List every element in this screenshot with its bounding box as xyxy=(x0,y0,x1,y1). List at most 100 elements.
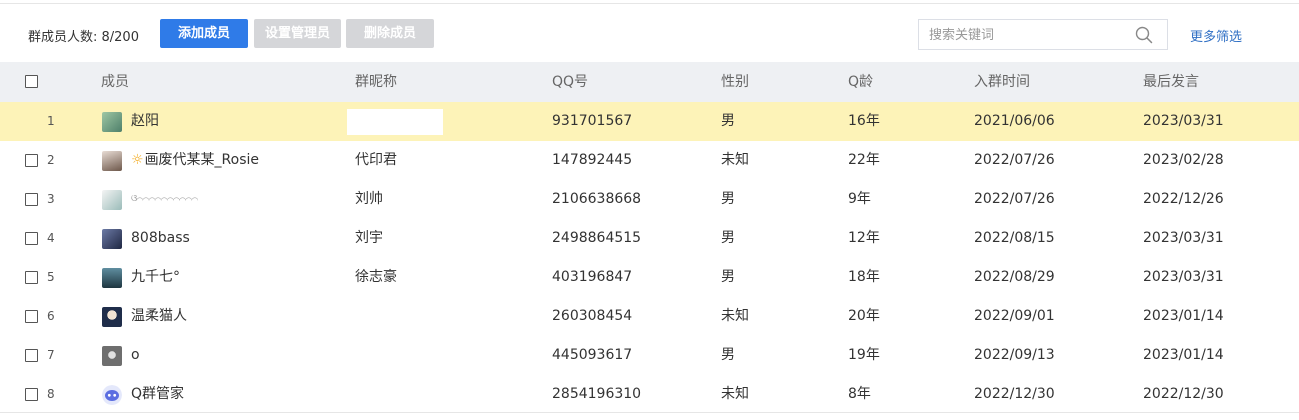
qage: 19年 xyxy=(848,347,880,363)
table-row[interactable]: 6 温柔猫人 260308454 未知 20年 2022/09/01 2023/… xyxy=(0,297,1299,336)
more-filter-link[interactable]: 更多筛选 xyxy=(1190,26,1242,45)
member-name[interactable]: ☼画废代某某_Rosie xyxy=(131,141,259,180)
row-checkbox[interactable] xyxy=(25,349,38,362)
robot-avatar-icon[interactable] xyxy=(102,385,122,405)
qq-number: 2854196310 xyxy=(552,386,642,402)
row-checkbox[interactable] xyxy=(25,310,38,323)
search-box[interactable] xyxy=(918,19,1168,50)
gender: 未知 xyxy=(721,386,749,402)
row-index: 6 xyxy=(47,309,55,323)
gender: 男 xyxy=(721,347,735,363)
qq-number: 2106638668 xyxy=(552,191,642,207)
table-row[interactable]: 3 ଓ⌒⌒⌒⌒⌒⌒⌒⌒⌒⌒ 刘帅 2106638668 男 9年 2022/07… xyxy=(0,180,1299,219)
row-checkbox[interactable] xyxy=(25,154,38,167)
avatar[interactable] xyxy=(102,268,122,288)
search-icon[interactable] xyxy=(1135,26,1153,44)
nickname: 代印君 xyxy=(355,152,397,168)
join-time: 2022/09/01 xyxy=(974,308,1055,324)
avatar[interactable] xyxy=(102,229,122,249)
toolbar: 群成员人数: 8/200 添加成员 设置管理员 删除成员 更多筛选 xyxy=(0,4,1299,62)
table-row[interactable]: 7 o 445093617 男 19年 2022/09/13 2023/01/1… xyxy=(0,336,1299,375)
gender: 男 xyxy=(721,191,735,207)
member-name[interactable]: ଓ⌒⌒⌒⌒⌒⌒⌒⌒⌒⌒ xyxy=(131,180,198,219)
table-row[interactable]: 2 ☼画废代某某_Rosie 代印君 147892445 未知 22年 2022… xyxy=(0,141,1299,180)
gender: 未知 xyxy=(721,152,749,168)
qage: 20年 xyxy=(848,308,880,324)
add-member-button[interactable]: 添加成员 xyxy=(160,19,248,48)
row-index: 1 xyxy=(47,114,55,128)
join-time: 2022/08/15 xyxy=(974,230,1055,246)
last-speak: 2022/12/26 xyxy=(1143,191,1224,207)
member-name[interactable]: 赵阳 xyxy=(131,102,159,141)
nickname: 刘帅 xyxy=(355,191,383,207)
join-time: 2022/09/13 xyxy=(974,347,1055,363)
qq-number: 403196847 xyxy=(552,269,633,285)
qage: 16年 xyxy=(848,113,880,129)
join-time: 2022/12/30 xyxy=(974,386,1055,402)
header-nickname[interactable]: 群昵称 xyxy=(355,62,397,102)
avatar[interactable] xyxy=(102,307,122,327)
header-gender[interactable]: 性别 xyxy=(721,62,749,102)
member-name[interactable]: 温柔猫人 xyxy=(131,297,187,336)
nickname: 刘宇 xyxy=(355,230,383,246)
row-checkbox[interactable] xyxy=(25,271,38,284)
member-name[interactable]: Q群管家 xyxy=(131,375,184,414)
row-index: 5 xyxy=(47,270,55,284)
set-admin-button[interactable]: 设置管理员 xyxy=(254,19,341,48)
table-row[interactable]: 4 808bass 刘宇 2498864515 男 12年 2022/08/15… xyxy=(0,219,1299,258)
qage: 9年 xyxy=(848,191,871,207)
qage: 18年 xyxy=(848,269,880,285)
group-member-manager: 群成员人数: 8/200 添加成员 设置管理员 删除成员 更多筛选 成员 群昵称… xyxy=(0,0,1299,420)
join-time: 2022/07/26 xyxy=(974,152,1055,168)
gender: 未知 xyxy=(721,308,749,324)
nickname-edit-field[interactable] xyxy=(347,109,443,135)
join-time: 2022/07/26 xyxy=(974,191,1055,207)
last-speak: 2022/12/30 xyxy=(1143,386,1224,402)
row-checkbox[interactable] xyxy=(25,232,38,245)
qage: 22年 xyxy=(848,152,880,168)
select-all-checkbox[interactable] xyxy=(25,75,38,88)
qq-number: 260308454 xyxy=(552,308,633,324)
header-qq[interactable]: QQ号 xyxy=(552,62,588,102)
row-checkbox[interactable] xyxy=(25,193,38,206)
qage: 8年 xyxy=(848,386,871,402)
row-index: 3 xyxy=(47,192,55,206)
avatar[interactable] xyxy=(102,190,122,210)
table-row[interactable]: 5 九千七° 徐志豪 403196847 男 18年 2022/08/29 20… xyxy=(0,258,1299,297)
table-row[interactable]: 1 赵阳 931701567 男 16年 2021/06/06 2023/03/… xyxy=(0,102,1299,141)
last-speak: 2023/01/14 xyxy=(1143,308,1224,324)
join-time: 2021/06/06 xyxy=(974,113,1055,129)
qq-number: 2498864515 xyxy=(552,230,642,246)
last-speak: 2023/03/31 xyxy=(1143,113,1224,129)
member-name[interactable]: o xyxy=(131,336,140,375)
header-last-speak[interactable]: 最后发言 xyxy=(1143,62,1199,102)
gender: 男 xyxy=(721,269,735,285)
avatar[interactable] xyxy=(102,151,122,171)
avatar[interactable] xyxy=(102,346,122,366)
qage: 12年 xyxy=(848,230,880,246)
search-input[interactable] xyxy=(929,25,1129,45)
row-index: 2 xyxy=(47,153,55,167)
last-speak: 2023/03/31 xyxy=(1143,230,1224,246)
row-index: 4 xyxy=(47,231,55,245)
table-row[interactable]: 8 Q群管家 2854196310 未知 8年 2022/12/30 2022/… xyxy=(0,375,1299,414)
member-name-text: 画废代某某_Rosie xyxy=(144,152,260,168)
last-speak: 2023/02/28 xyxy=(1143,152,1224,168)
member-name[interactable]: 九千七° xyxy=(131,258,180,297)
header-member[interactable]: 成员 xyxy=(101,62,129,102)
sun-icon: ☼ xyxy=(131,152,144,168)
nickname: 徐志豪 xyxy=(355,269,397,285)
member-count-label: 群成员人数: 8/200 xyxy=(28,30,139,45)
row-index: 7 xyxy=(47,348,55,362)
qq-number: 147892445 xyxy=(552,152,633,168)
header-qage[interactable]: Q龄 xyxy=(848,62,873,102)
last-speak: 2023/01/14 xyxy=(1143,347,1224,363)
gender: 男 xyxy=(721,230,735,246)
table-header: 成员 群昵称 QQ号 性别 Q龄 入群时间 最后发言 xyxy=(0,62,1299,102)
member-name[interactable]: 808bass xyxy=(131,219,190,258)
header-join-time[interactable]: 入群时间 xyxy=(974,62,1030,102)
gender: 男 xyxy=(721,113,735,129)
delete-member-button[interactable]: 删除成员 xyxy=(346,19,434,48)
row-checkbox[interactable] xyxy=(25,388,38,401)
avatar[interactable] xyxy=(102,112,122,132)
